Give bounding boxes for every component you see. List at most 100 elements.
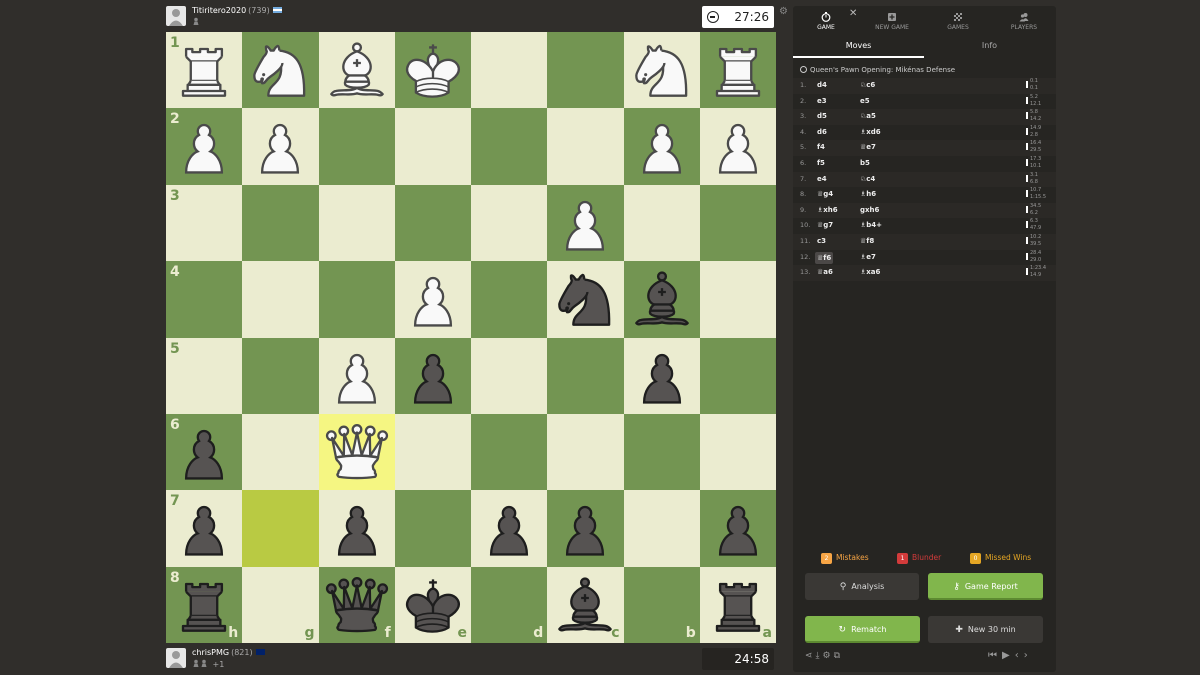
square-e6[interactable] [394, 414, 471, 491]
black-move[interactable]: ♕f8 [858, 234, 876, 250]
black-rook-icon[interactable] [169, 570, 239, 640]
square-g3[interactable] [242, 184, 319, 262]
black-move[interactable]: b5 [858, 156, 872, 172]
square-c6[interactable] [547, 414, 624, 491]
square-e7[interactable] [394, 490, 471, 567]
square-g4[interactable] [242, 261, 319, 338]
white-move[interactable]: ♕g4 [815, 187, 835, 203]
black-move[interactable]: ♘a5 [858, 109, 878, 125]
black-pawn-icon[interactable] [474, 493, 544, 563]
white-pawn-icon[interactable] [322, 341, 392, 411]
square-d4[interactable] [471, 261, 548, 338]
first-move-icon[interactable]: ⏮ [988, 650, 1002, 661]
black-move[interactable]: ♗xa6 [858, 265, 882, 281]
white-rook-icon[interactable] [169, 35, 239, 105]
square-a4[interactable] [699, 261, 776, 338]
black-bishop-icon[interactable] [627, 264, 697, 334]
black-move[interactable]: ♗xd6 [858, 125, 883, 141]
black-pawn-icon[interactable] [703, 493, 773, 563]
white-move[interactable]: e3 [815, 94, 829, 110]
analysis-button[interactable]: ⚲ Analysis [805, 573, 919, 600]
white-move[interactable]: ♗xh6 [815, 203, 840, 219]
subtab-info[interactable]: Info [924, 36, 1055, 58]
black-move[interactable]: ♗h6 [858, 187, 878, 203]
square-f4[interactable] [318, 261, 395, 338]
square-b8[interactable]: b [623, 566, 700, 644]
white-bishop-icon[interactable] [322, 35, 392, 105]
rematch-button[interactable]: ↻ Rematch [805, 616, 920, 643]
black-knight-icon[interactable] [550, 264, 620, 334]
square-b3[interactable] [623, 184, 700, 262]
white-knight-icon[interactable] [627, 35, 697, 105]
black-pawn-icon[interactable] [169, 493, 239, 563]
square-e2[interactable] [394, 108, 471, 185]
settings-icon[interactable]: ⚙ [823, 651, 834, 661]
square-b6[interactable] [623, 414, 700, 491]
square-d5[interactable] [471, 337, 548, 414]
square-g6[interactable] [242, 414, 319, 491]
white-move[interactable]: ♕g7 [815, 218, 835, 234]
square-h5[interactable]: 5 [166, 337, 243, 414]
square-e3[interactable] [394, 184, 471, 262]
white-rook-icon[interactable] [703, 35, 773, 105]
white-move[interactable]: f5 [815, 156, 827, 172]
play-icon[interactable]: ▶ [1002, 650, 1015, 661]
share-icon[interactable]: ⋖ [805, 651, 816, 661]
white-pawn-icon[interactable] [703, 111, 773, 181]
bottom-player-name[interactable]: chrisPMG [192, 648, 229, 657]
square-d2[interactable] [471, 108, 548, 185]
tab-games[interactable]: GAMES [925, 6, 991, 34]
square-d3[interactable] [471, 184, 548, 262]
square-d6[interactable] [471, 414, 548, 491]
square-g5[interactable] [242, 337, 319, 414]
square-a3[interactable] [699, 184, 776, 262]
tab-players[interactable]: PLAYERS [991, 6, 1057, 34]
download-icon[interactable]: ⤓ [816, 651, 823, 661]
white-pawn-icon[interactable] [627, 111, 697, 181]
black-move[interactable]: ♕e7 [858, 140, 878, 156]
square-c2[interactable] [547, 108, 624, 185]
tab-new-game[interactable]: NEW GAME [859, 6, 925, 34]
bottom-player-avatar[interactable] [166, 648, 186, 668]
square-c1[interactable] [547, 32, 624, 109]
top-player-name[interactable]: Titiritero2020 [192, 6, 246, 15]
white-move[interactable]: d4 [815, 78, 829, 94]
white-move[interactable]: ♕a6 [815, 265, 835, 281]
white-pawn-icon[interactable] [398, 264, 468, 334]
square-h4[interactable]: 4 [166, 261, 243, 338]
square-b7[interactable] [623, 490, 700, 567]
black-move[interactable]: gxh6 [858, 203, 881, 219]
export-icon[interactable]: ⧉ [834, 651, 843, 661]
square-f2[interactable] [318, 108, 395, 185]
square-a5[interactable] [699, 337, 776, 414]
black-pawn-icon[interactable] [169, 417, 239, 487]
square-a6[interactable] [699, 414, 776, 491]
new-game-button[interactable]: ✚ New 30 min [928, 616, 1043, 643]
black-bishop-icon[interactable] [550, 570, 620, 640]
white-move[interactable]: ♕f6 [815, 251, 834, 264]
white-pawn-icon[interactable] [245, 111, 315, 181]
black-pawn-icon[interactable] [398, 341, 468, 411]
square-g7[interactable] [242, 490, 319, 567]
white-knight-icon[interactable] [245, 35, 315, 105]
next-move-icon[interactable]: › [1024, 650, 1033, 661]
black-pawn-icon[interactable] [627, 341, 697, 411]
close-icon[interactable]: ✕ [849, 8, 857, 19]
white-move[interactable]: f4 [815, 140, 827, 156]
white-move[interactable]: e4 [815, 172, 829, 188]
board-settings-gear-icon[interactable]: ⚙ [779, 6, 788, 17]
black-move[interactable]: ♗e7 [858, 250, 878, 266]
subtab-moves[interactable]: Moves [793, 36, 924, 58]
white-pawn-icon[interactable] [169, 111, 239, 181]
previous-move-icon[interactable]: ‹ [1015, 650, 1024, 661]
black-move[interactable]: ♘c6 [858, 78, 877, 94]
square-f3[interactable] [318, 184, 395, 262]
black-king-icon[interactable] [398, 570, 468, 640]
white-king-icon[interactable] [398, 35, 468, 105]
white-move[interactable]: d5 [815, 109, 829, 125]
white-queen-icon[interactable] [322, 417, 392, 487]
square-d1[interactable] [471, 32, 548, 109]
square-c5[interactable] [547, 337, 624, 414]
black-move[interactable]: ♗b4+ [858, 218, 884, 234]
white-pawn-icon[interactable] [550, 188, 620, 258]
